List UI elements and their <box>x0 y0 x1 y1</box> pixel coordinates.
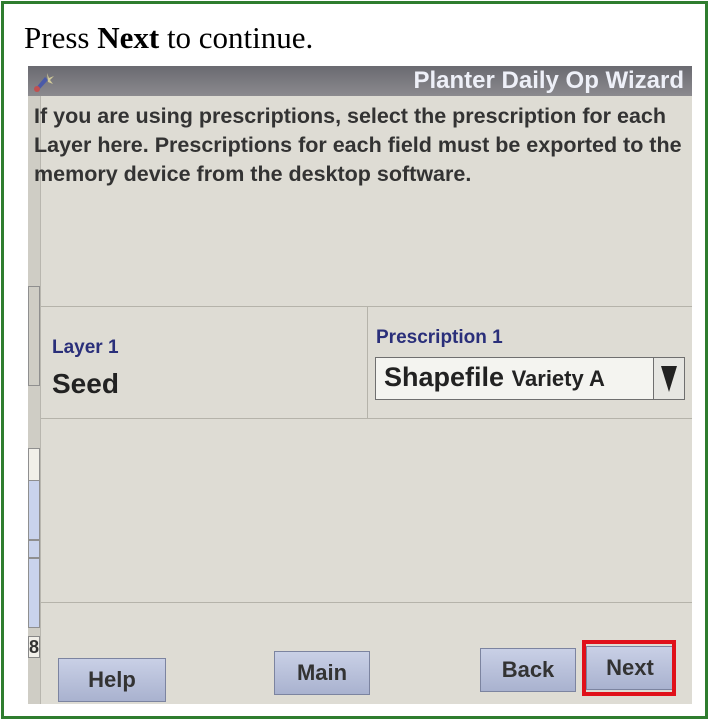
wizard-screen: Planter Daily Op Wizard 8 If you are usi… <box>28 66 692 704</box>
next-button-highlight <box>582 640 676 696</box>
prescription-value: Shapefile Variety A <box>384 362 605 392</box>
divider <box>41 602 692 603</box>
main-button[interactable]: Main <box>274 651 370 695</box>
layer-value: Seed <box>52 368 119 399</box>
side-panel-segment <box>28 540 40 558</box>
side-panel-segment <box>28 448 40 482</box>
side-panel-segment <box>28 480 40 540</box>
side-panel-segment <box>28 558 40 628</box>
wizard-icon <box>34 73 54 92</box>
side-panel-segment <box>28 286 40 386</box>
prescription-label: Prescription 1 <box>376 327 503 348</box>
chevron-down-icon <box>661 366 677 392</box>
help-button[interactable]: Help <box>58 658 166 702</box>
divider <box>41 418 692 419</box>
wizard-title-bar: Planter Daily Op Wizard <box>28 66 692 96</box>
dropdown-arrow-button[interactable] <box>653 358 684 399</box>
back-button[interactable]: Back <box>480 648 576 692</box>
wizard-description: If you are using prescriptions, select t… <box>34 104 682 186</box>
prescription-dropdown[interactable]: Shapefile Variety A <box>375 357 685 400</box>
wizard-title: Planter Daily Op Wizard <box>413 67 684 94</box>
side-panel-number: 8 <box>28 636 40 658</box>
instruction-text: Press Next to continue. <box>24 20 314 55</box>
layer-label: Layer 1 <box>52 337 119 358</box>
column-divider <box>367 306 368 418</box>
instruction-emphasis: Next <box>97 20 160 55</box>
